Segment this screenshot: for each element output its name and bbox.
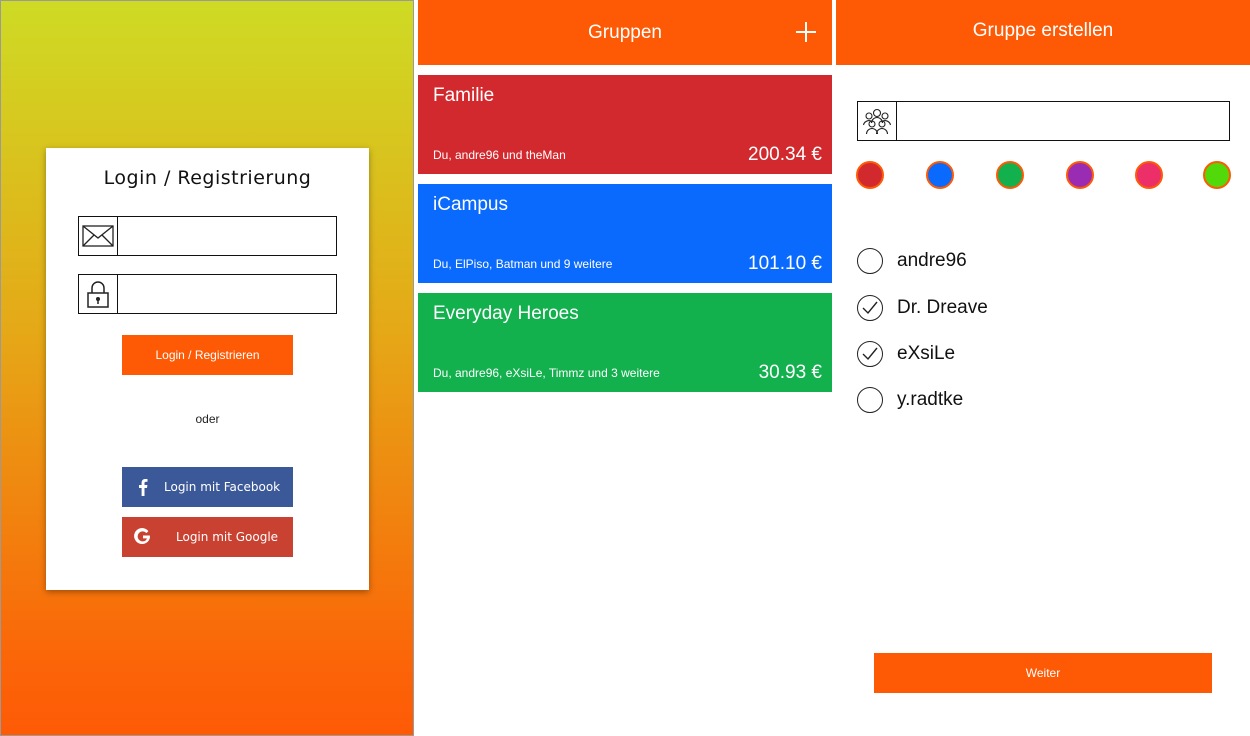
member-name: eXsiLe (897, 343, 956, 364)
member-checkbox[interactable] (857, 248, 883, 274)
group-card-everyday-heroes[interactable]: Everyday Heroes Du, andre96, eXsiLe, Tim… (418, 293, 832, 392)
group-members: Du, andre96, eXsiLe, Timmz und 3 weitere (433, 366, 660, 380)
member-item[interactable]: Dr. Dreave (857, 294, 988, 322)
color-swatch-green[interactable] (996, 161, 1024, 189)
group-name: Everyday Heroes (433, 303, 579, 324)
member-name: y.radtke (897, 389, 964, 410)
facebook-icon (122, 478, 164, 496)
next-button[interactable]: Weiter (874, 653, 1212, 693)
member-checkbox[interactable] (857, 387, 883, 413)
member-checkbox[interactable] (857, 341, 883, 367)
member-name: andre96 (897, 250, 967, 271)
color-swatch-pink[interactable] (1135, 161, 1163, 189)
group-card-icampus[interactable]: iCampus Du, ElPiso, Batman und 9 weitere… (418, 184, 832, 283)
groups-title: Gruppen (588, 21, 662, 43)
group-icon (858, 102, 897, 140)
color-swatch-purple[interactable] (1066, 161, 1094, 189)
password-field[interactable] (78, 274, 337, 314)
or-separator: oder (195, 412, 220, 426)
groups-header: Gruppen (418, 0, 832, 65)
color-swatch-blue[interactable] (926, 161, 954, 189)
member-name: Dr. Dreave (897, 297, 988, 318)
envelope-icon (79, 217, 118, 255)
login-title: Login / Registrierung (103, 167, 312, 189)
email-input[interactable] (118, 217, 336, 255)
google-icon (122, 528, 164, 546)
google-login-button[interactable]: Login mit Google (122, 517, 293, 557)
group-members: Du, ElPiso, Batman und 9 weitere (433, 257, 613, 271)
group-card-familie[interactable]: Familie Du, andre96 und theMan 200.34 € (418, 75, 832, 174)
add-group-button[interactable] (794, 20, 818, 44)
groups-screen: Gruppen Familie Du, andre96 und theMan 2… (418, 0, 832, 736)
group-name-input[interactable] (897, 102, 1229, 140)
google-login-label: Login mit Google (176, 530, 279, 544)
color-swatch-red[interactable] (856, 161, 884, 189)
facebook-login-label: Login mit Facebook (164, 480, 281, 494)
checkmark-icon (862, 301, 878, 315)
member-checkbox[interactable] (857, 295, 883, 321)
group-name: iCampus (433, 194, 508, 215)
color-swatch-lime[interactable] (1203, 161, 1231, 189)
member-item[interactable]: y.radtke (857, 386, 963, 414)
checkmark-icon (862, 347, 878, 361)
group-amount: 200.34 € (748, 144, 822, 165)
group-members: Du, andre96 und theMan (433, 148, 566, 162)
login-register-button[interactable]: Login / Registrieren (122, 335, 293, 375)
group-amount: 101.10 € (748, 253, 822, 274)
facebook-login-button[interactable]: Login mit Facebook (122, 467, 293, 507)
login-card: Login / Registrierung Login / Registrier… (46, 148, 369, 590)
group-name-field[interactable] (857, 101, 1230, 141)
email-field[interactable] (78, 216, 337, 256)
plus-icon (796, 22, 816, 42)
create-group-title: Gruppe erstellen (972, 20, 1114, 41)
create-group-header: Gruppe erstellen (836, 0, 1250, 65)
create-group-screen: Gruppe erstellen andre96 Dr. Dreave eXsi… (836, 0, 1250, 736)
group-name: Familie (433, 85, 495, 106)
login-screen: Login / Registrierung Login / Registrier… (0, 0, 414, 736)
lock-icon (79, 275, 118, 313)
member-item[interactable]: andre96 (857, 247, 967, 275)
group-amount: 30.93 € (758, 362, 822, 383)
password-input[interactable] (118, 275, 336, 313)
member-item[interactable]: eXsiLe (857, 340, 955, 368)
